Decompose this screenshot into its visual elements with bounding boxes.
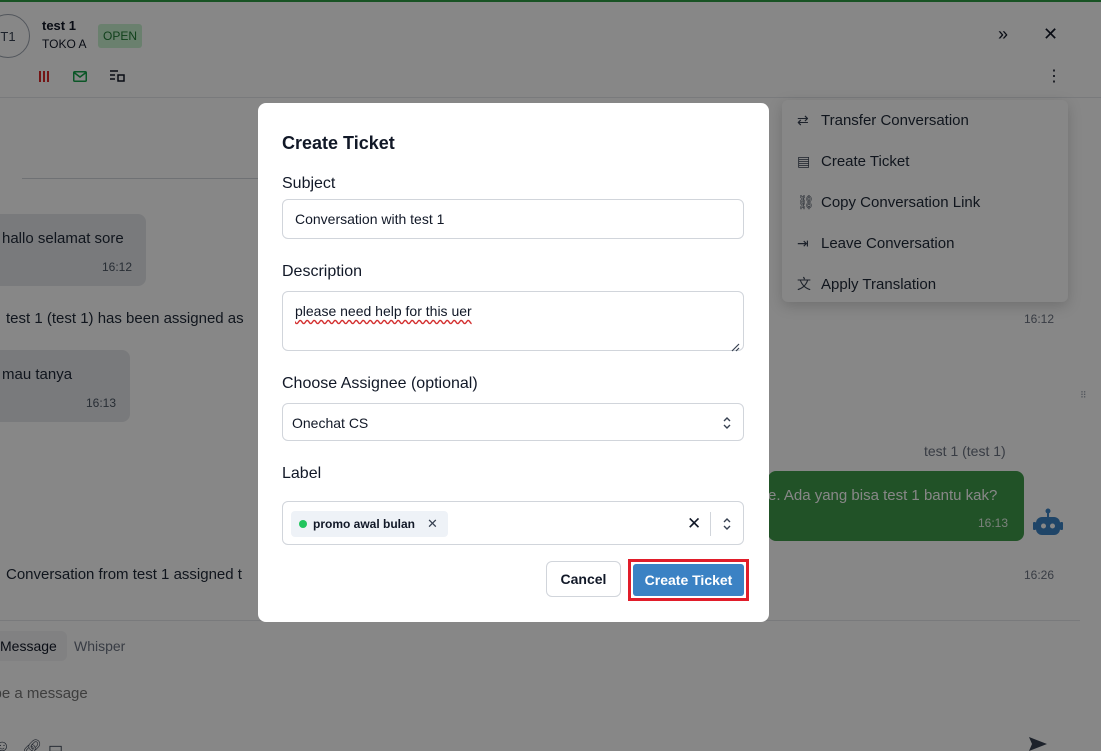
assignee-select[interactable]: Onechat CS	[282, 403, 744, 441]
subject-label: Subject	[282, 175, 336, 192]
chip-remove-icon[interactable]: ✕	[427, 516, 438, 532]
resize-grip-icon[interactable]	[730, 339, 740, 352]
chevron-updown-icon	[721, 415, 733, 431]
assignee-label: Choose Assignee (optional)	[282, 375, 478, 392]
create-ticket-button[interactable]: Create Ticket	[633, 564, 744, 596]
description-value: please need help for this uer	[295, 303, 472, 319]
label-multiselect[interactable]: promo awal bulan ✕ ✕	[282, 501, 744, 545]
dialog-title: Create Ticket	[282, 133, 395, 153]
label-chip-text: promo awal bulan	[313, 517, 416, 531]
chevron-updown-icon[interactable]	[721, 516, 733, 532]
divider	[710, 512, 711, 536]
label-chip: promo awal bulan ✕	[291, 511, 448, 537]
cancel-button[interactable]: Cancel	[546, 561, 621, 597]
description-textarea[interactable]: please need help for this uer	[282, 291, 744, 351]
label-label: Label	[282, 465, 322, 482]
subject-input[interactable]	[282, 199, 744, 239]
highlight-box: Create Ticket	[628, 559, 749, 601]
assignee-value: Onechat CS	[292, 415, 369, 431]
label-color-dot	[299, 520, 307, 528]
description-label: Description	[282, 263, 363, 280]
create-ticket-dialog: Create Ticket Subject Description please…	[258, 103, 769, 622]
clear-icon[interactable]: ✕	[687, 514, 701, 534]
